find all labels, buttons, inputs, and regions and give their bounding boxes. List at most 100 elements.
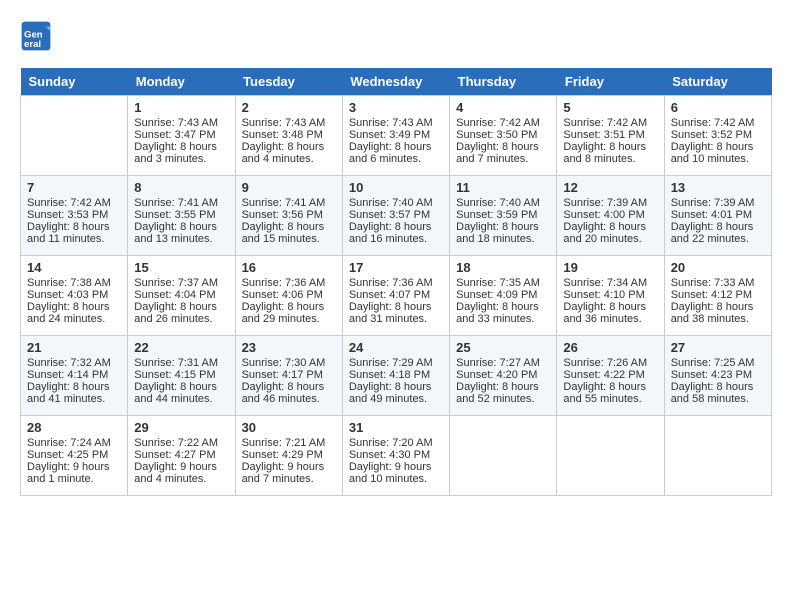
daylight-text: Daylight: 8 hours and 22 minutes. — [671, 221, 765, 245]
day-number: 12 — [563, 180, 657, 195]
sunrise-text: Sunrise: 7:40 AM — [349, 197, 443, 209]
logo: Gen eral — [20, 20, 56, 52]
calendar-cell: 19Sunrise: 7:34 AMSunset: 4:10 PMDayligh… — [557, 256, 664, 336]
daylight-text: Daylight: 8 hours and 46 minutes. — [242, 381, 336, 405]
calendar-cell: 5Sunrise: 7:42 AMSunset: 3:51 PMDaylight… — [557, 96, 664, 176]
sunrise-text: Sunrise: 7:42 AM — [27, 197, 121, 209]
calendar-cell: 27Sunrise: 7:25 AMSunset: 4:23 PMDayligh… — [664, 336, 771, 416]
calendar-cell: 10Sunrise: 7:40 AMSunset: 3:57 PMDayligh… — [342, 176, 449, 256]
calendar-cell: 20Sunrise: 7:33 AMSunset: 4:12 PMDayligh… — [664, 256, 771, 336]
sunset-text: Sunset: 4:25 PM — [27, 449, 121, 461]
sunrise-text: Sunrise: 7:31 AM — [134, 357, 228, 369]
sunrise-text: Sunrise: 7:40 AM — [456, 197, 550, 209]
sunrise-text: Sunrise: 7:41 AM — [242, 197, 336, 209]
day-number: 26 — [563, 340, 657, 355]
sunset-text: Sunset: 4:00 PM — [563, 209, 657, 221]
sunrise-text: Sunrise: 7:30 AM — [242, 357, 336, 369]
sunrise-text: Sunrise: 7:26 AM — [563, 357, 657, 369]
sunrise-text: Sunrise: 7:43 AM — [134, 117, 228, 129]
daylight-text: Daylight: 8 hours and 6 minutes. — [349, 141, 443, 165]
calendar-cell: 24Sunrise: 7:29 AMSunset: 4:18 PMDayligh… — [342, 336, 449, 416]
sunset-text: Sunset: 4:23 PM — [671, 369, 765, 381]
sunset-text: Sunset: 4:09 PM — [456, 289, 550, 301]
daylight-text: Daylight: 9 hours and 4 minutes. — [134, 461, 228, 485]
sunset-text: Sunset: 3:49 PM — [349, 129, 443, 141]
calendar-cell: 28Sunrise: 7:24 AMSunset: 4:25 PMDayligh… — [21, 416, 128, 496]
sunset-text: Sunset: 4:30 PM — [349, 449, 443, 461]
sunset-text: Sunset: 4:14 PM — [27, 369, 121, 381]
sunset-text: Sunset: 4:10 PM — [563, 289, 657, 301]
sunrise-text: Sunrise: 7:39 AM — [563, 197, 657, 209]
day-number: 5 — [563, 100, 657, 115]
day-number: 14 — [27, 260, 121, 275]
daylight-text: Daylight: 8 hours and 16 minutes. — [349, 221, 443, 245]
daylight-text: Daylight: 8 hours and 15 minutes. — [242, 221, 336, 245]
calendar-cell: 1Sunrise: 7:43 AMSunset: 3:47 PMDaylight… — [128, 96, 235, 176]
sunrise-text: Sunrise: 7:35 AM — [456, 277, 550, 289]
day-number: 9 — [242, 180, 336, 195]
sunrise-text: Sunrise: 7:20 AM — [349, 437, 443, 449]
calendar-cell: 30Sunrise: 7:21 AMSunset: 4:29 PMDayligh… — [235, 416, 342, 496]
day-number: 13 — [671, 180, 765, 195]
day-number: 7 — [27, 180, 121, 195]
sunset-text: Sunset: 4:04 PM — [134, 289, 228, 301]
sunrise-text: Sunrise: 7:37 AM — [134, 277, 228, 289]
daylight-text: Daylight: 9 hours and 7 minutes. — [242, 461, 336, 485]
sunset-text: Sunset: 4:03 PM — [27, 289, 121, 301]
day-number: 10 — [349, 180, 443, 195]
calendar-cell: 12Sunrise: 7:39 AMSunset: 4:00 PMDayligh… — [557, 176, 664, 256]
daylight-text: Daylight: 8 hours and 8 minutes. — [563, 141, 657, 165]
sunrise-text: Sunrise: 7:43 AM — [349, 117, 443, 129]
col-header-sunday: Sunday — [21, 68, 128, 96]
daylight-text: Daylight: 8 hours and 11 minutes. — [27, 221, 121, 245]
daylight-text: Daylight: 8 hours and 18 minutes. — [456, 221, 550, 245]
calendar-cell: 14 Sunrise: 7:38 AMSunset: 4:03 PMDayligh… — [21, 256, 128, 336]
sunrise-text: Sunrise: 7:42 AM — [671, 117, 765, 129]
sunrise-text: Sunrise: 7:22 AM — [134, 437, 228, 449]
daylight-text: Daylight: 8 hours and 10 minutes. — [671, 141, 765, 165]
day-number: 6 — [671, 100, 765, 115]
daylight-text: Daylight: 8 hours and 36 minutes. — [563, 301, 657, 325]
day-number: 28 — [27, 420, 121, 435]
calendar-cell: 3Sunrise: 7:43 AMSunset: 3:49 PMDaylight… — [342, 96, 449, 176]
page-header: Gen eral — [20, 20, 772, 52]
day-number: 17 — [349, 260, 443, 275]
sunset-text: Sunset: 4:12 PM — [671, 289, 765, 301]
day-number: 15 — [134, 260, 228, 275]
sunrise-text: Sunrise: 7:21 AM — [242, 437, 336, 449]
sunrise-text: Sunrise: 7:36 AM — [242, 277, 336, 289]
sunrise-text: Sunrise: 7:29 AM — [349, 357, 443, 369]
daylight-text: Daylight: 8 hours and 44 minutes. — [134, 381, 228, 405]
sunrise-text: Sunrise: 7:42 AM — [456, 117, 550, 129]
calendar-cell: 11Sunrise: 7:40 AMSunset: 3:59 PMDayligh… — [450, 176, 557, 256]
daylight-text: Daylight: 8 hours and 33 minutes. — [456, 301, 550, 325]
sunset-text: Sunset: 4:15 PM — [134, 369, 228, 381]
sunset-text: Sunset: 4:22 PM — [563, 369, 657, 381]
day-number: 27 — [671, 340, 765, 355]
day-number: 30 — [242, 420, 336, 435]
day-number: 16 — [242, 260, 336, 275]
sunrise-text: Sunrise: 7:32 AM — [27, 357, 121, 369]
sunset-text: Sunset: 3:48 PM — [242, 129, 336, 141]
sunset-text: Sunset: 4:01 PM — [671, 209, 765, 221]
sunrise-text: Sunrise: 7:36 AM — [349, 277, 443, 289]
svg-text:eral: eral — [24, 39, 41, 50]
daylight-text: Daylight: 8 hours and 26 minutes. — [134, 301, 228, 325]
sunset-text: Sunset: 3:51 PM — [563, 129, 657, 141]
daylight-text: Daylight: 8 hours and 38 minutes. — [671, 301, 765, 325]
sunrise-text: Sunrise: 7:38 AM — [27, 277, 121, 289]
calendar-cell: 21Sunrise: 7:32 AMSunset: 4:14 PMDayligh… — [21, 336, 128, 416]
sunrise-text: Sunrise: 7:25 AM — [671, 357, 765, 369]
calendar-cell: 4Sunrise: 7:42 AMSunset: 3:50 PMDaylight… — [450, 96, 557, 176]
daylight-text: Daylight: 8 hours and 49 minutes. — [349, 381, 443, 405]
sunset-text: Sunset: 3:59 PM — [456, 209, 550, 221]
daylight-text: Daylight: 8 hours and 24 minutes. — [27, 301, 121, 325]
calendar-cell — [664, 416, 771, 496]
day-number: 23 — [242, 340, 336, 355]
day-number: 25 — [456, 340, 550, 355]
sunrise-text: Sunrise: 7:33 AM — [671, 277, 765, 289]
daylight-text: Daylight: 8 hours and 3 minutes. — [134, 141, 228, 165]
sunrise-text: Sunrise: 7:39 AM — [671, 197, 765, 209]
calendar-cell: 29Sunrise: 7:22 AMSunset: 4:27 PMDayligh… — [128, 416, 235, 496]
calendar-cell: 7Sunrise: 7:42 AMSunset: 3:53 PMDaylight… — [21, 176, 128, 256]
